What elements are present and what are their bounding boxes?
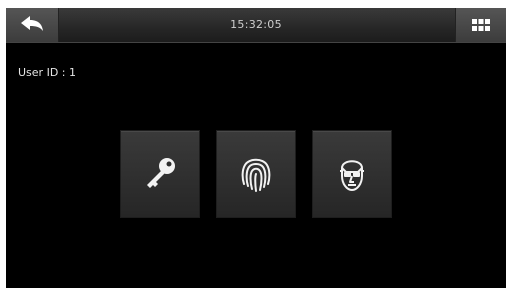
menu-button[interactable] [455,8,506,42]
fingerprint-icon [239,154,273,194]
fingerprint-verify-button[interactable] [216,130,296,218]
password-verify-button[interactable] [120,130,200,218]
face-verify-button[interactable] [312,130,392,218]
user-id-label: User ID : 1 [18,66,76,79]
grid-menu-icon [472,19,490,31]
key-icon [140,154,180,194]
face-icon [335,154,369,194]
verify-options [120,130,400,218]
clock-time: 15:32:05 [230,18,282,31]
top-bar: 15:32:05 [6,8,506,43]
device-screen: 15:32:05 User ID : 1 [6,8,506,288]
